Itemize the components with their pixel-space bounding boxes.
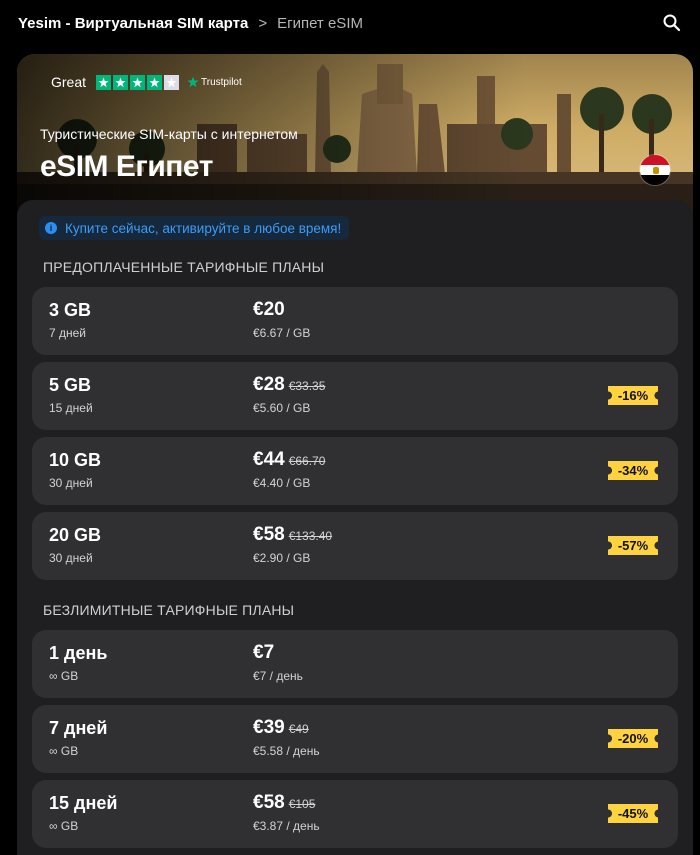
plan-size: 3 GB: [49, 300, 92, 320]
discount-badge: -57%: [608, 536, 658, 555]
plan-duration: ∞ GB: [49, 819, 79, 833]
plan-size: 15 дней: [49, 793, 118, 813]
chevron-right-icon: >: [258, 14, 268, 32]
star-icon: [130, 74, 146, 90]
plan-duration: ∞ GB: [49, 669, 79, 683]
trustpilot-label: Trustpilot: [201, 76, 242, 88]
page-title: eSIM Египет: [40, 150, 213, 183]
breadcrumb-current: Египет eSIM: [277, 14, 363, 32]
star-icon: [113, 74, 129, 90]
hero-subtitle: Туристические SIM-карты с интернетом: [40, 126, 298, 142]
plan-price: €44 €66.70: [253, 449, 325, 471]
plan-unit-price: €5.60 / GB: [253, 401, 311, 415]
plan-row[interactable]: 7 дней ∞ GB €39 €49 €5.58 / день -20%: [32, 705, 678, 773]
plan-row[interactable]: 20 GB 30 дней €58 €133.40 €2.90 / GB -57%: [32, 512, 678, 580]
star-empty-icon: [164, 74, 180, 90]
price-current: €58: [253, 792, 285, 813]
plans-panel: i Купите сейчас, активируйте в любое вре…: [17, 200, 693, 855]
plan-unit-price: €6.67 / GB: [253, 326, 311, 340]
plan-row[interactable]: 3 GB 7 дней €20 €6.67 / GB: [32, 287, 678, 355]
plan-unit-price: €2.90 / GB: [253, 551, 311, 565]
price-current: €39: [253, 717, 285, 738]
plan-size: 5 GB: [49, 375, 92, 395]
price-old: €33.35: [288, 379, 326, 393]
plan-price: €58 €133.40: [253, 524, 332, 546]
plan-duration: 30 дней: [49, 551, 93, 565]
plan-price: €28 €33.35: [253, 374, 325, 396]
plan-duration: 7 дней: [49, 326, 87, 340]
price-old: €49: [288, 722, 309, 736]
plan-row[interactable]: 15 дней ∞ GB €58 €105 €3.87 / день -45%: [32, 780, 678, 848]
breadcrumb: Yesim - Виртуальная SIM карта > Египет e…: [0, 0, 700, 46]
price-current: €20: [253, 299, 285, 320]
discount-badge: -20%: [608, 729, 658, 748]
search-icon[interactable]: [662, 13, 682, 33]
plan-size: 1 день: [49, 643, 108, 663]
rating-stars: [96, 74, 180, 90]
price-current: €44: [253, 449, 285, 470]
price-current: €28: [253, 374, 285, 395]
trustpilot-star-icon: [187, 76, 199, 88]
discount-badge: -45%: [608, 804, 658, 823]
star-icon: [96, 74, 112, 90]
plan-duration: 15 дней: [49, 401, 93, 415]
rating-word: Great: [51, 74, 87, 90]
plan-price: €20: [253, 299, 285, 321]
plan-unit-price: €3.87 / день: [253, 819, 320, 833]
notice-text: Купите сейчас, активируйте в любое время…: [65, 220, 342, 236]
plan-size: 20 GB: [49, 525, 102, 545]
price-old: €133.40: [288, 529, 333, 543]
hero-banner: Great Trustpilot Туристические SIM-карты…: [17, 54, 693, 214]
plan-row[interactable]: 5 GB 15 дней €28 €33.35 €5.60 / GB -16%: [32, 362, 678, 430]
plan-price: €7: [253, 642, 274, 664]
plan-price: €39 €49: [253, 717, 309, 739]
price-current: €58: [253, 524, 285, 545]
plan-size: 7 дней: [49, 718, 108, 738]
trustpilot-rating[interactable]: Great Trustpilot: [51, 74, 242, 90]
discount-badge: -34%: [608, 461, 658, 480]
plan-unit-price: €5.58 / день: [253, 744, 320, 758]
activation-notice: i Купите сейчас, активируйте в любое вре…: [39, 216, 350, 240]
unlimited-section-title: БЕЗЛИМИТНЫЕ ТАРИФНЫЕ ПЛАНЫ: [43, 602, 295, 618]
plan-size: 10 GB: [49, 450, 102, 470]
esim-card: Great Trustpilot Туристические SIM-карты…: [17, 54, 693, 855]
info-icon: i: [45, 222, 57, 234]
egypt-flag-icon: [639, 154, 671, 186]
trustpilot-logo: Trustpilot: [187, 76, 242, 88]
breadcrumb-home-link[interactable]: Yesim - Виртуальная SIM карта: [18, 15, 248, 32]
price-current: €7: [253, 642, 275, 663]
plan-unit-price: €4.40 / GB: [253, 476, 311, 490]
star-icon: [147, 74, 163, 90]
discount-badge: -16%: [608, 386, 658, 405]
plan-row[interactable]: 10 GB 30 дней €44 €66.70 €4.40 / GB -34%: [32, 437, 678, 505]
plan-price: €58 €105: [253, 792, 315, 814]
plan-unit-price: €7 / день: [253, 669, 303, 683]
plan-duration: 30 дней: [49, 476, 93, 490]
plan-duration: ∞ GB: [49, 744, 79, 758]
price-old: €66.70: [288, 454, 326, 468]
price-old: €105: [288, 797, 316, 811]
plan-row[interactable]: 1 день ∞ GB €7 €7 / день: [32, 630, 678, 698]
prepaid-section-title: ПРЕДОПЛАЧЕННЫЕ ТАРИФНЫЕ ПЛАНЫ: [43, 259, 325, 275]
